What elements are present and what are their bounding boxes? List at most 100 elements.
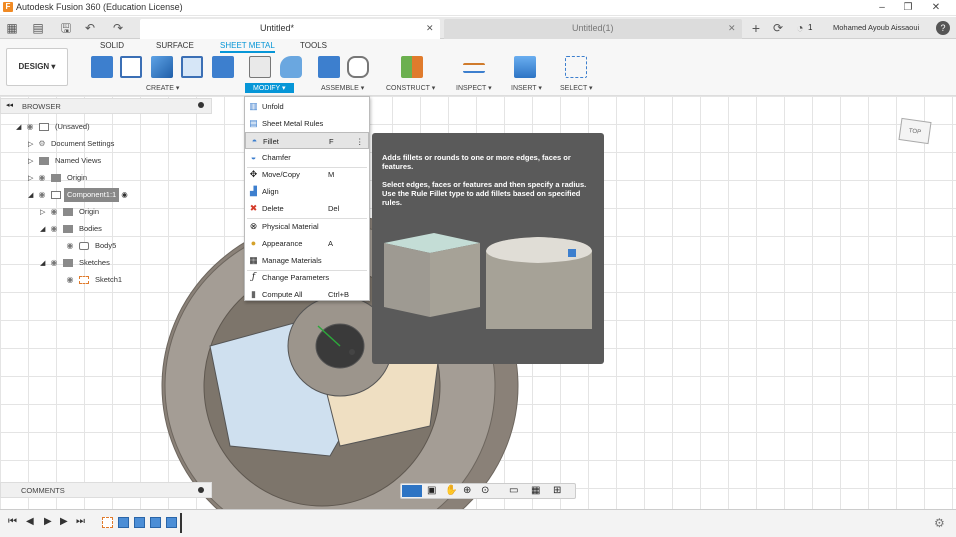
grid-settings-icon[interactable]: ▦ <box>531 485 540 496</box>
new-component-icon[interactable] <box>91 56 113 78</box>
create-menu[interactable]: CREATE ▾ <box>146 84 179 92</box>
new-assembly-icon[interactable] <box>318 56 340 78</box>
fillet-icon[interactable] <box>280 56 302 78</box>
menu-item-appearance[interactable]: ● Appearance A <box>245 235 369 252</box>
pan-icon[interactable]: ✋ <box>445 485 457 496</box>
parameters-icon: ƒ <box>251 272 256 282</box>
align-icon: ▟ <box>250 186 257 196</box>
construct-menu[interactable]: CONSTRUCT ▾ <box>386 84 435 92</box>
modify-menu[interactable]: MODIFY ▾ <box>245 83 294 93</box>
menu-item-align[interactable]: ▟ Align <box>245 183 369 200</box>
inspect-menu[interactable]: INSPECT ▾ <box>456 84 492 92</box>
play-icon[interactable]: ▶ <box>44 516 52 527</box>
tab-tools[interactable]: TOOLS <box>300 41 327 50</box>
minimize-button[interactable]: – <box>872 1 892 15</box>
timeline-feature[interactable] <box>150 517 161 528</box>
tree-item-body5[interactable]: ◉ Body5 <box>64 239 119 253</box>
workspace-switcher[interactable]: DESIGN ▾ <box>6 48 68 86</box>
menu-item-physical-material[interactable]: ⊗ Physical Material <box>245 218 369 235</box>
restore-button[interactable]: ❐ <box>898 1 918 15</box>
menu-item-unfold[interactable]: ▥ Unfold <box>245 98 369 115</box>
timeline-feature[interactable] <box>166 517 177 528</box>
new-tab-button[interactable]: + <box>748 20 764 36</box>
menu-item-change-parameters[interactable]: ƒ Change Parameters <box>245 269 369 286</box>
menu-item-manage-materials[interactable]: ▦ Manage Materials <box>245 252 369 269</box>
workspace-label: DESIGN <box>18 62 50 71</box>
tree-item-document-settings[interactable]: ▷ ⚙ Document Settings <box>28 137 117 151</box>
eye-icon: ◉ <box>26 122 34 131</box>
undo-icon[interactable]: ↶ <box>82 20 98 36</box>
bend-icon[interactable] <box>212 56 234 78</box>
timeline-marker[interactable] <box>180 513 182 533</box>
menu-item-delete[interactable]: ✖ Delete Del <box>245 200 369 217</box>
browser-options-icon[interactable] <box>198 102 204 108</box>
look-at-icon[interactable]: ▣ <box>427 485 436 496</box>
next-step-icon[interactable]: ▶ <box>60 516 68 527</box>
tree-item-root[interactable]: ◢ ◉ (Unsaved) <box>16 120 93 134</box>
timeline-feature[interactable] <box>118 517 129 528</box>
folder-icon <box>51 174 61 183</box>
tree-item-origin-component[interactable]: ▷ ◉ Origin <box>40 205 102 219</box>
tree-item-origin[interactable]: ▷ ◉ Origin <box>28 171 90 185</box>
close-button[interactable]: ✕ <box>926 1 946 15</box>
redo-icon[interactable]: ↷ <box>110 20 126 36</box>
select-icon[interactable] <box>565 56 587 78</box>
notifications-icon[interactable]: ◔ <box>792 20 808 36</box>
viewcube[interactable]: TOP <box>898 117 932 145</box>
tab-untitled-active[interactable]: Untitled* ✕ <box>140 19 440 39</box>
menu-item-fillet[interactable]: ◓ Fillet F ⋮ <box>245 132 369 149</box>
settings-gear-icon[interactable]: ⚙ <box>934 516 945 530</box>
orbit-button[interactable] <box>402 485 422 497</box>
create-sketch-icon[interactable] <box>120 56 142 78</box>
eye-icon: ◉ <box>66 275 74 284</box>
menu-item-sheet-metal-rules[interactable]: ▤ Sheet Metal Rules <box>245 115 369 132</box>
user-name[interactable]: Mohamed Ayoub Aissaoui <box>833 23 919 32</box>
tab-solid[interactable]: SOLID <box>100 41 124 50</box>
measure-icon[interactable] <box>463 63 485 73</box>
collapse-arrow-icon[interactable]: ◂◂ <box>6 101 13 109</box>
tree-item-sketches[interactable]: ◢ ◉ Sketches <box>40 256 113 270</box>
component-icon <box>51 191 61 200</box>
grid-menu-icon[interactable]: ▦ <box>4 20 20 36</box>
select-menu[interactable]: SELECT ▾ <box>560 84 593 92</box>
display-settings-icon[interactable]: ▭ <box>509 485 518 496</box>
contour-flange-icon[interactable] <box>181 56 203 78</box>
tree-item-bodies[interactable]: ◢ ◉ Bodies <box>40 222 105 236</box>
more-options-icon[interactable]: ⋮ <box>356 133 364 150</box>
timeline-sketch-feature[interactable] <box>102 517 113 528</box>
job-status-icon[interactable]: ⟳ <box>770 20 786 36</box>
insert-image-icon[interactable] <box>514 56 536 78</box>
fillet-illustration <box>384 233 592 329</box>
last-step-icon[interactable]: ⏭ <box>76 516 85 527</box>
tree-item-component[interactable]: ◢ ◉ Component1:1 ◉ <box>28 188 128 202</box>
tab-sheet-metal[interactable]: SHEET METAL <box>220 41 275 53</box>
fit-icon[interactable]: ⊙ <box>481 485 489 496</box>
joint-icon[interactable] <box>347 56 369 78</box>
menu-item-compute-all[interactable]: ▮ Compute All Ctrl+B <box>245 286 369 303</box>
tree-item-named-views[interactable]: ▷ Named Views <box>28 154 104 168</box>
flange-icon[interactable] <box>151 56 173 78</box>
unfold-icon[interactable] <box>249 56 271 78</box>
viewports-icon[interactable]: ⊞ <box>553 485 561 496</box>
menu-item-move-copy[interactable]: ✥ Move/Copy M <box>245 166 369 183</box>
first-step-icon[interactable]: ⏮ <box>8 516 17 527</box>
tab-untitled-1[interactable]: Untitled(1) ✕ <box>444 19 742 39</box>
close-tab-icon[interactable]: ✕ <box>426 23 434 34</box>
help-icon[interactable]: ? <box>936 21 950 35</box>
timeline-feature[interactable] <box>134 517 145 528</box>
insert-menu[interactable]: INSERT ▾ <box>511 84 542 92</box>
close-tab-icon[interactable]: ✕ <box>728 23 736 34</box>
file-icon[interactable]: ▤ <box>30 20 46 36</box>
tab-surface[interactable]: SURFACE <box>156 41 194 50</box>
zoom-icon[interactable]: ⊕ <box>463 485 471 496</box>
assemble-menu[interactable]: ASSEMBLE ▾ <box>321 84 364 92</box>
menu-item-chamfer[interactable]: ◒ Chamfer <box>245 149 369 166</box>
tree-item-sketch1[interactable]: ◉ Sketch1 <box>64 273 125 287</box>
comments-panel[interactable]: COMMENTS <box>0 482 212 498</box>
tooltip-line-1: Adds fillets or rounds to one or more ed… <box>382 153 571 171</box>
offset-plane-icon[interactable] <box>401 56 423 78</box>
activate-radio-icon[interactable]: ◉ <box>121 190 128 199</box>
save-icon[interactable]: 🖫 <box>58 20 74 36</box>
comments-options-icon[interactable] <box>198 487 204 493</box>
previous-step-icon[interactable]: ◀ <box>26 516 34 527</box>
